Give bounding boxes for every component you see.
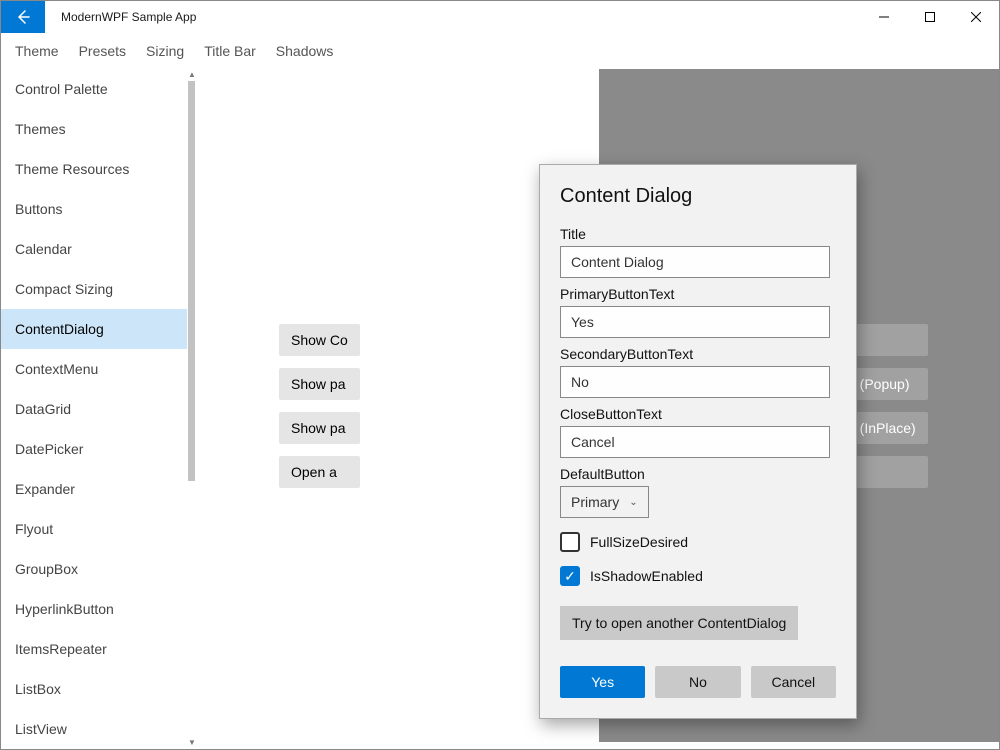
scroll-thumb[interactable] <box>188 81 195 481</box>
checkbox-shadow[interactable]: ✓ <box>560 566 580 586</box>
sidebar-item-flyout[interactable]: Flyout <box>1 509 187 549</box>
dialog-cancel-button[interactable]: Cancel <box>751 666 836 698</box>
minimize-button[interactable] <box>861 1 907 33</box>
dialog-yes-button[interactable]: Yes <box>560 666 645 698</box>
input-title[interactable] <box>560 246 830 278</box>
checkbox-fullsize[interactable] <box>560 532 580 552</box>
minimize-icon <box>879 12 889 22</box>
dialog-header: Content Dialog <box>560 185 836 208</box>
label-defaultbutton: DefaultButton <box>560 466 836 482</box>
label-close: CloseButtonText <box>560 406 836 422</box>
bg-show-contentdialog-left[interactable]: Show Co <box>279 324 360 356</box>
menubar: Theme Presets Sizing Title Bar Shadows <box>1 33 999 69</box>
label-secondary: SecondaryButtonText <box>560 346 836 362</box>
combo-defaultbutton-value: Primary <box>571 494 619 510</box>
combo-defaultbutton[interactable]: Primary ⌄ <box>560 486 649 518</box>
bg-show-parented-inplace-left[interactable]: Show pa <box>279 412 360 444</box>
scroll-down-icon[interactable]: ▼ <box>187 737 197 749</box>
menu-titlebar[interactable]: Title Bar <box>204 43 256 59</box>
sidebar-item-theme-resources[interactable]: Theme Resources <box>1 149 187 189</box>
back-arrow-icon <box>16 10 30 24</box>
menu-presets[interactable]: Presets <box>79 43 126 59</box>
sidebar-item-hyperlinkbutton[interactable]: HyperlinkButton <box>1 589 187 629</box>
sidebar-item-contextmenu[interactable]: ContextMenu <box>1 349 187 389</box>
input-secondary[interactable] <box>560 366 830 398</box>
label-title: Title <box>560 226 836 242</box>
dialog-no-button[interactable]: No <box>655 666 740 698</box>
bg-show-parented-popup-left[interactable]: Show pa <box>279 368 360 400</box>
sidebar-item-themes[interactable]: Themes <box>1 109 187 149</box>
menu-theme[interactable]: Theme <box>15 43 59 59</box>
try-open-another-button[interactable]: Try to open another ContentDialog <box>560 606 798 640</box>
label-primary: PrimaryButtonText <box>560 286 836 302</box>
sidebar-item-listview[interactable]: ListView <box>1 709 187 749</box>
maximize-icon <box>925 12 935 22</box>
close-icon <box>971 12 981 22</box>
maximize-button[interactable] <box>907 1 953 33</box>
main-content: Show Co Show pa Show pa Open a Show Cont… <box>197 69 999 749</box>
titlebar: ModernWPF Sample App <box>1 1 999 33</box>
sidebar-item-calendar[interactable]: Calendar <box>1 229 187 269</box>
sidebar-item-contentdialog[interactable]: ContentDialog <box>1 309 187 349</box>
content-dialog: Content Dialog Title PrimaryButtonText S… <box>539 164 857 719</box>
label-shadow: IsShadowEnabled <box>590 568 703 584</box>
sidebar-item-control-palette[interactable]: Control Palette <box>1 69 187 109</box>
close-button[interactable] <box>953 1 999 33</box>
bg-open-new-window-left[interactable]: Open a <box>279 456 360 488</box>
scroll-up-icon[interactable]: ▲ <box>187 69 197 81</box>
menu-shadows[interactable]: Shadows <box>276 43 334 59</box>
sidebar: Control PaletteThemesTheme ResourcesButt… <box>1 69 197 749</box>
sidebar-item-itemsrepeater[interactable]: ItemsRepeater <box>1 629 187 669</box>
sidebar-item-buttons[interactable]: Buttons <box>1 189 187 229</box>
sidebar-item-expander[interactable]: Expander <box>1 469 187 509</box>
chevron-down-icon: ⌄ <box>629 497 637 508</box>
input-primary[interactable] <box>560 306 830 338</box>
input-close[interactable] <box>560 426 830 458</box>
sidebar-item-datagrid[interactable]: DataGrid <box>1 389 187 429</box>
sidebar-scrollbar[interactable]: ▲ ▼ <box>187 69 197 749</box>
sidebar-item-compact-sizing[interactable]: Compact Sizing <box>1 269 187 309</box>
sidebar-item-groupbox[interactable]: GroupBox <box>1 549 187 589</box>
menu-sizing[interactable]: Sizing <box>146 43 184 59</box>
sidebar-item-listbox[interactable]: ListBox <box>1 669 187 709</box>
back-button[interactable] <box>1 1 45 33</box>
app-title: ModernWPF Sample App <box>61 10 196 24</box>
sidebar-item-datepicker[interactable]: DatePicker <box>1 429 187 469</box>
label-fullsize: FullSizeDesired <box>590 534 688 550</box>
